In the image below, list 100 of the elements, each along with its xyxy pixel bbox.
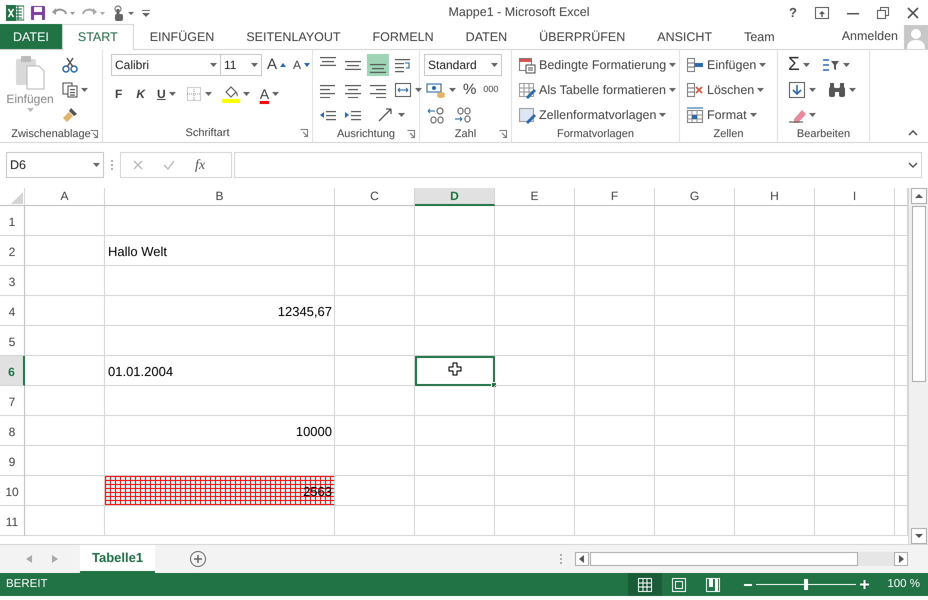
insert-function-button[interactable]: fx xyxy=(195,154,206,176)
file-tab[interactable]: DATEI xyxy=(0,24,62,49)
collapse-ribbon-icon[interactable] xyxy=(908,130,918,136)
align-bottom-button[interactable] xyxy=(367,54,389,76)
ribbon-tab[interactable]: ANSICHT xyxy=(641,24,728,49)
row-header[interactable]: 9 xyxy=(0,446,25,476)
dialog-launcher-icon[interactable] xyxy=(300,129,308,137)
scroll-up-icon[interactable] xyxy=(910,188,926,204)
column-header[interactable]: F xyxy=(575,188,655,206)
group-label: Bearbeiten xyxy=(796,127,850,142)
caret-icon xyxy=(93,163,100,167)
ribbon-tab[interactable]: FORMELN xyxy=(356,24,450,49)
scrollbar-thumb[interactable] xyxy=(912,206,926,382)
dropdown-menu-button[interactable]: Zellenformatvorlagen xyxy=(516,104,678,126)
table-style-icon xyxy=(518,106,536,124)
dialog-launcher-icon[interactable] xyxy=(499,130,507,138)
view-button[interactable] xyxy=(628,573,662,596)
scroll-down-icon[interactable] xyxy=(910,528,926,544)
column-header[interactable]: E xyxy=(495,188,575,206)
dropdown-menu-button[interactable]: Löschen xyxy=(684,79,768,101)
ribbon-tab[interactable]: Team xyxy=(728,24,791,49)
slider-thumb[interactable] xyxy=(804,579,808,590)
align-right-icon xyxy=(369,82,387,98)
ribbon-tab[interactable]: ÜBERPRÜFEN xyxy=(523,24,642,49)
caret-icon xyxy=(669,63,676,67)
percent-button[interactable]: % xyxy=(461,79,478,101)
add-sheet-icon[interactable] xyxy=(189,550,208,568)
bold-button[interactable]: F xyxy=(111,83,126,105)
number-format-field[interactable]: Standard xyxy=(424,54,502,76)
touch-mode-icon[interactable] xyxy=(112,4,136,20)
row-header[interactable]: 11 xyxy=(0,506,25,536)
caret-icon xyxy=(242,92,250,96)
thousands-separator-button[interactable]: 000 xyxy=(481,79,500,101)
fill-button[interactable] xyxy=(786,79,818,101)
check-icon[interactable] xyxy=(163,160,175,170)
autosum-button[interactable]: Σ xyxy=(786,54,812,76)
underline-button[interactable]: U xyxy=(155,83,178,105)
column-header[interactable]: C xyxy=(335,188,415,206)
expand-caret-icon[interactable] xyxy=(908,162,918,168)
dropdown-menu-button[interactable]: Als Tabelle formatieren xyxy=(516,79,678,101)
font-color-button[interactable]: A xyxy=(258,83,282,105)
up-triangle-icon xyxy=(280,63,286,67)
scroll-right-icon[interactable] xyxy=(894,552,908,566)
zoom-in-icon[interactable] xyxy=(860,580,870,589)
caret-icon xyxy=(449,88,456,92)
close-icon[interactable] xyxy=(907,6,919,18)
row-header[interactable]: 2 xyxy=(0,236,25,266)
customize-menu-icon[interactable] xyxy=(142,8,150,16)
column-header[interactable]: H xyxy=(735,188,815,206)
dialog-launcher-icon[interactable] xyxy=(90,130,98,138)
caret-icon xyxy=(849,88,856,92)
dropdown-menu-button[interactable]: Bedingte Formatierung xyxy=(516,54,678,76)
spreadsheet-app-icon[interactable] xyxy=(6,4,24,20)
binoculars-icon xyxy=(828,82,846,98)
sheet-tab[interactable]: Tabelle1 xyxy=(80,544,156,572)
column-header[interactable]: D xyxy=(415,188,495,206)
copy-icon xyxy=(62,82,78,98)
font-name-field[interactable]: Calibri xyxy=(111,54,221,76)
zoom-level-text[interactable]: 100 % xyxy=(887,576,920,594)
formula-input[interactable] xyxy=(234,152,922,178)
row-header[interactable]: 3 xyxy=(0,266,25,296)
save-icon[interactable] xyxy=(30,4,46,20)
ribbon-tab[interactable]: DATEN xyxy=(450,24,524,49)
italic-button[interactable]: K xyxy=(132,83,150,105)
fill-bucket-icon xyxy=(222,85,240,103)
font-size-field[interactable]: 11 xyxy=(220,54,262,76)
active-cell[interactable] xyxy=(415,356,495,386)
align-lines-icon xyxy=(370,64,386,73)
row-header[interactable]: 8 xyxy=(0,416,25,446)
row-header[interactable]: 1 xyxy=(0,206,25,236)
grow-font-button[interactable]: A xyxy=(265,54,288,76)
row-header[interactable]: 7 xyxy=(0,386,25,416)
help-button[interactable]: ? xyxy=(789,2,797,22)
ribbon-tab[interactable]: START xyxy=(62,24,134,50)
shrink-font-button[interactable]: A xyxy=(291,54,312,76)
group-label: Zahl xyxy=(454,127,476,142)
currency-icon xyxy=(426,82,446,98)
sign-in-link[interactable]: Anmelden xyxy=(842,27,898,46)
dropdown-menu-button[interactable]: Format xyxy=(684,104,768,126)
dialog-launcher-icon[interactable] xyxy=(407,130,415,138)
caret-icon xyxy=(802,63,810,67)
scroll-left-icon[interactable] xyxy=(575,552,589,566)
table-cell: 01.01.2004 xyxy=(105,356,335,386)
row-header[interactable]: 10 xyxy=(0,476,25,506)
column-header[interactable]: B xyxy=(105,188,335,206)
column-header[interactable]: I xyxy=(815,188,895,206)
scrollbar-thumb[interactable] xyxy=(590,552,858,566)
row-header[interactable]: 4 xyxy=(0,296,25,326)
column-header[interactable]: G xyxy=(655,188,735,206)
restore-icon[interactable] xyxy=(877,6,889,18)
dropdown-menu-button[interactable]: Einfügen xyxy=(684,54,768,76)
page-layout-icon xyxy=(672,578,686,592)
ribbon-tab[interactable]: SEITENLAYOUT xyxy=(230,24,357,49)
ribbon-tab[interactable]: EINFÜGEN xyxy=(134,24,230,49)
row-header[interactable]: 6 xyxy=(0,356,25,386)
align-lines-icon xyxy=(320,57,336,66)
name-box[interactable]: D6 xyxy=(6,152,104,178)
cells-icon xyxy=(686,106,704,124)
column-header[interactable]: A xyxy=(25,188,105,206)
ribbon-display-icon[interactable] xyxy=(815,6,829,18)
